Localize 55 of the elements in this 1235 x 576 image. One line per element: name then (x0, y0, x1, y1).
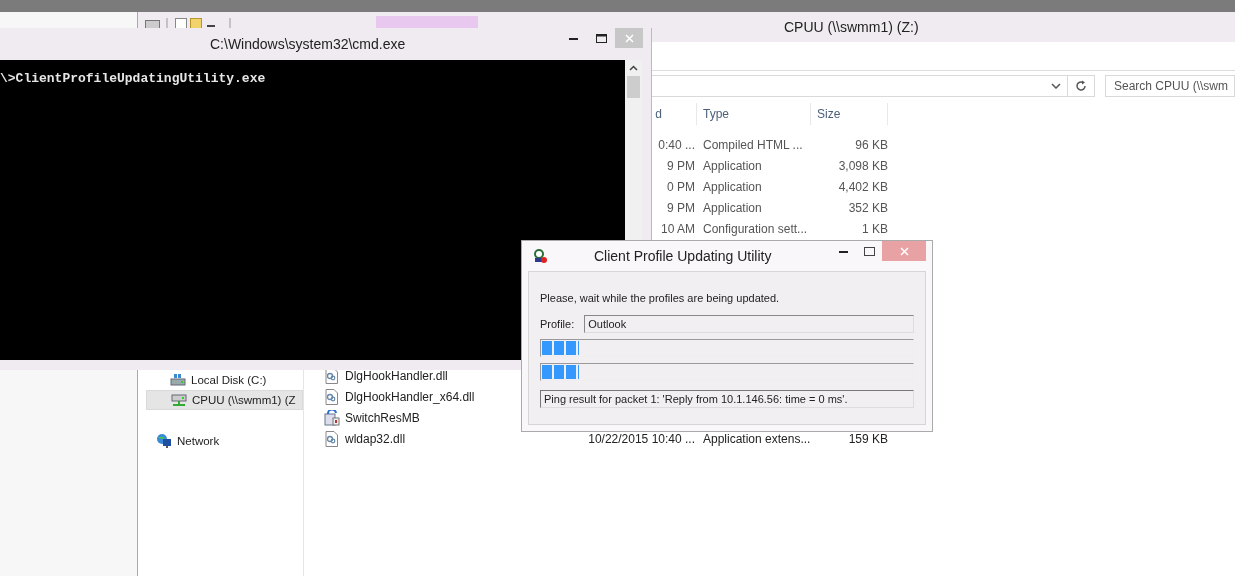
scroll-thumb[interactable] (627, 76, 640, 98)
dll-file-icon (324, 388, 340, 405)
date-cell: 0 PM (667, 179, 695, 194)
maximize-icon (595, 33, 607, 43)
app-icon (532, 248, 548, 264)
close-icon (624, 33, 634, 43)
window-title: C:\Windows\system32\cmd.exe (210, 36, 406, 52)
minimize-icon (838, 249, 848, 253)
window-title: Client Profile Updating Utility (594, 248, 772, 264)
scroll-up-icon[interactable] (629, 65, 638, 71)
type-cell: Application extens... (703, 431, 811, 446)
file-name[interactable]: wldap32.dll (345, 431, 406, 446)
type-cell: Configuration sett... (703, 221, 808, 236)
column-header[interactable]: Size (817, 107, 841, 121)
size-cell: 352 KB (848, 200, 888, 215)
size-cell: 96 KB (855, 137, 888, 152)
dropdown-icon[interactable] (1051, 83, 1062, 89)
size-cell: 3,098 KB (838, 158, 888, 173)
refresh-button[interactable] (1068, 75, 1095, 97)
size-cell: 1 KB (862, 221, 888, 236)
file-name[interactable]: DlgHookHandler_x64.dll (345, 389, 475, 404)
date-cell: 10/22/2015 10:40 ... (588, 431, 695, 446)
profile-label: Profile: (540, 318, 575, 330)
date-cell: 0:40 ... (658, 137, 695, 152)
application-icon (324, 409, 340, 426)
profile-field: Outlook (584, 315, 914, 333)
type-cell: Application (703, 158, 762, 173)
close-icon (899, 246, 909, 256)
status-field: Ping result for packet 1: 'Reply from 10.1.146.56: time = 0 ms'. (540, 390, 914, 408)
date-cell: 9 PM (667, 200, 695, 215)
maximize-icon (863, 246, 875, 256)
date-cell: 10 AM (660, 221, 695, 236)
network-icon (156, 433, 172, 449)
nav-item[interactable]: Network (146, 431, 303, 451)
message-text: Please, wait while the profiles are being updated. (540, 292, 781, 306)
file-name[interactable]: DlgHookHandler.dll (345, 368, 448, 383)
file-name[interactable]: SwitchResMB (345, 410, 420, 425)
nav-item[interactable]: CPUU (\\swmm1) (Z (146, 390, 303, 410)
search-field[interactable]: Search CPUU (\\swm (1105, 75, 1235, 97)
size-cell: 4,402 KB (838, 179, 888, 194)
nav-item[interactable]: Local Disk (C:) (146, 370, 303, 390)
disk-drive-icon (170, 372, 186, 388)
console-line: \>ClientProfileUpdatingUtility.exe (0, 71, 267, 86)
column-header[interactable]: d (655, 107, 662, 121)
column-header[interactable]: Type (703, 107, 729, 121)
type-cell: Application (703, 200, 762, 215)
minimize-icon (568, 36, 578, 40)
type-cell: Application (703, 179, 762, 194)
refresh-icon (1075, 80, 1088, 92)
date-cell: 9 PM (667, 158, 695, 173)
window-title: CPUU (\\swmm1) (Z:) (784, 19, 919, 35)
type-cell: Compiled HTML ... (703, 137, 803, 152)
dll-file-icon (324, 430, 340, 447)
size-cell: 159 KB (848, 431, 888, 446)
network-drive-icon (171, 392, 187, 408)
